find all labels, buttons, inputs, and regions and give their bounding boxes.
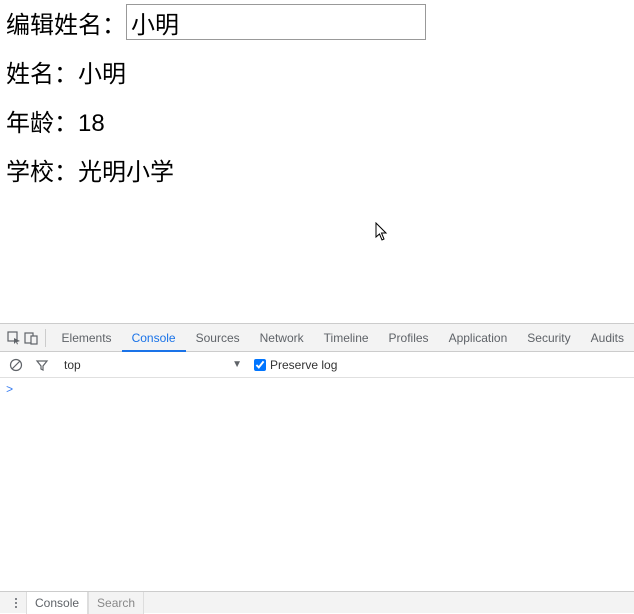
context-selector[interactable]: top ▼ [58,358,248,372]
footer-tab-search[interactable]: Search [88,592,144,614]
device-toggle-icon[interactable] [22,324,38,352]
edit-name-label: 编辑姓名： [6,5,126,40]
name-label: 姓名： [6,61,78,88]
name-input[interactable] [126,4,426,40]
tab-console[interactable]: Console [122,324,186,352]
inspect-icon[interactable] [6,324,22,352]
devtools-panel: Elements Console Sources Network Timelin… [0,323,634,613]
tab-profiles[interactable]: Profiles [379,324,439,352]
tab-network[interactable]: Network [250,324,314,352]
edit-name-row: 编辑姓名： [6,4,628,40]
school-row: 学校：光明小学 [6,152,628,187]
tab-sources[interactable]: Sources [186,324,250,352]
clear-console-icon[interactable] [6,355,26,375]
age-value: 18 [78,110,105,137]
age-row: 年龄：18 [6,103,628,138]
tab-application[interactable]: Application [439,324,518,352]
console-body[interactable]: > [0,378,634,401]
tab-timeline[interactable]: Timeline [314,324,379,352]
footer-tab-console[interactable]: Console [26,592,88,614]
school-value: 光明小学 [78,159,174,186]
chevron-down-icon: ▼ [232,359,242,370]
drawer-menu-icon[interactable] [6,597,26,609]
console-prompt-caret: > [6,383,13,397]
preserve-log-wrap[interactable]: Preserve log [254,358,337,372]
context-label: top [64,358,81,372]
preserve-log-label: Preserve log [270,358,337,372]
devtools-footer: Console Search [0,591,634,613]
age-label: 年龄： [6,110,78,137]
preserve-log-checkbox[interactable] [254,359,266,371]
name-value: 小明 [78,61,126,88]
name-row: 姓名：小明 [6,54,628,89]
tab-elements[interactable]: Elements [52,324,122,352]
tab-divider [45,329,46,347]
console-toolbar: top ▼ Preserve log [0,352,634,378]
tab-security[interactable]: Security [517,324,580,352]
filter-icon[interactable] [32,355,52,375]
cursor-icon [375,222,389,242]
devtools-tabbar: Elements Console Sources Network Timelin… [0,324,634,352]
page-content: 编辑姓名： 姓名：小明 年龄：18 学校：光明小学 [0,0,634,205]
school-label: 学校： [6,159,78,186]
tab-audits[interactable]: Audits [581,324,634,352]
